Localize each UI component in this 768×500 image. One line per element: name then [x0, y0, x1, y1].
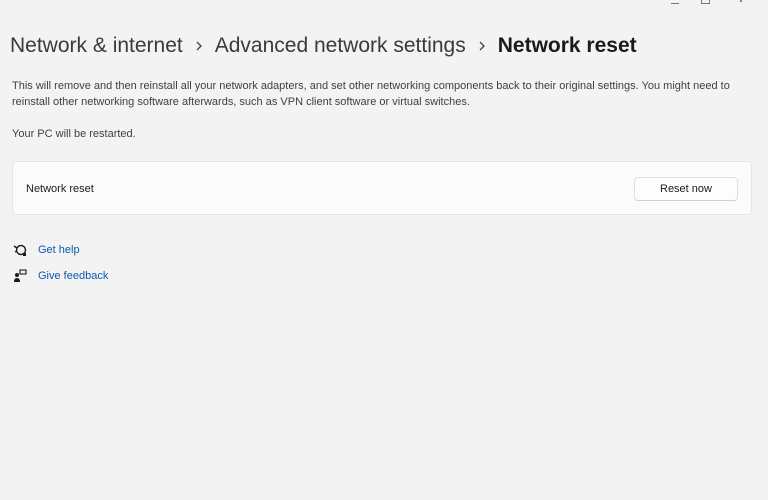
restart-note: Your PC will be restarted. — [12, 128, 136, 140]
breadcrumb: Network & internet Advanced network sett… — [10, 34, 637, 58]
page-title: Network reset — [497, 34, 637, 57]
breadcrumb-item-network-internet[interactable]: Network & internet — [10, 34, 183, 58]
feedback-icon — [12, 268, 28, 284]
give-feedback-label: Give feedback — [38, 270, 109, 282]
close-icon[interactable] — [718, 0, 764, 6]
network-reset-card: Network reset Reset now — [12, 161, 752, 215]
chevron-right-icon — [478, 41, 486, 51]
window-caption-buttons — [648, 0, 768, 6]
give-feedback-link[interactable]: Give feedback — [12, 268, 108, 284]
get-help-label: Get help — [38, 244, 80, 256]
network-reset-label: Network reset — [26, 183, 94, 195]
chevron-right-icon — [195, 41, 203, 51]
reset-now-button[interactable]: Reset now — [634, 177, 738, 201]
help-icon — [12, 242, 28, 258]
breadcrumb-item-advanced-network-settings[interactable]: Advanced network settings — [215, 34, 466, 58]
page-description: This will remove and then reinstall all … — [12, 80, 730, 108]
get-help-link[interactable]: Get help — [12, 242, 80, 258]
